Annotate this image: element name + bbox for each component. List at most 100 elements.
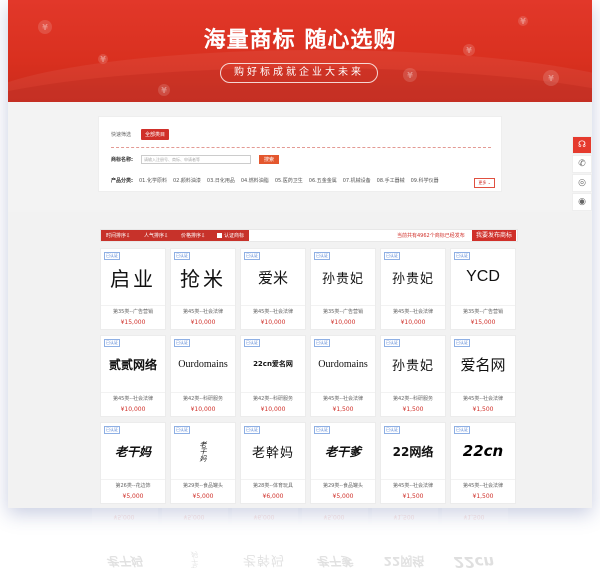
- trademark-class: 第45类--社会法律: [393, 309, 433, 315]
- trademark-card[interactable]: 已认证 YCD 第35类--广告营销 ¥15,000: [450, 248, 516, 330]
- category-item[interactable]: 06.五金金属: [309, 177, 337, 184]
- trademark-logo: 22cn: [453, 553, 495, 568]
- coin-decoration: ¥: [543, 70, 559, 86]
- divider: [241, 305, 305, 306]
- category-item[interactable]: 09.科学仪器: [411, 177, 439, 184]
- more-button[interactable]: 更多 ⌄: [474, 178, 495, 188]
- trademark-class: 第45类--社会法律: [393, 483, 433, 489]
- trademark-card[interactable]: 已认证 爱名网 第45类--社会法律 ¥1,500: [450, 335, 516, 417]
- trademark-card[interactable]: 已认证 老幹妈 第28类--体育玩具 ¥6,000: [240, 422, 306, 504]
- trademark-logo: 孙贵妃: [321, 271, 364, 287]
- divider: [451, 305, 515, 306]
- trademark-card[interactable]: 已认证 Ourdomains 第45类--社会法律 ¥1,500: [310, 335, 376, 417]
- trademark-class: 第42类--科研服务: [253, 396, 293, 402]
- trademark-price: ¥1,500: [402, 406, 424, 413]
- chat-icon[interactable]: ◉: [572, 193, 592, 211]
- trademark-logo: YCD: [466, 268, 500, 285]
- trademark-card[interactable]: 已认证 22cn爱名网 第42类--科研服务 ¥10,000: [240, 335, 306, 417]
- divider: [171, 479, 235, 480]
- category-item[interactable]: 05.医药卫生: [275, 177, 303, 184]
- trademark-price: ¥6,000: [262, 493, 284, 500]
- divider: [311, 392, 375, 393]
- arrow-down-icon: ⇩: [164, 233, 169, 239]
- trademark-class: 第28类--体育玩具: [253, 483, 293, 489]
- trademark-logo: 22cn: [462, 442, 504, 460]
- trademark-logo: 孙贵妃: [391, 358, 434, 374]
- sort-popularity-button[interactable]: 人气排序⇩: [144, 232, 168, 239]
- page-frame: ¥ ¥ ¥ ¥ ¥ ¥ ¥ 海量商标 随心选购 购好标成就企业大未来 快速筛选 …: [8, 0, 592, 508]
- verified-badge: 已认证: [174, 339, 190, 347]
- verified-checkbox[interactable]: 认证商标: [217, 232, 244, 239]
- trademark-logo: 抢米: [180, 266, 226, 291]
- verified-badge: 已认证: [384, 252, 400, 260]
- trademark-price: ¥10,000: [260, 406, 286, 413]
- trademark-card[interactable]: 已认证 老干爹 第29类--食品罐头 ¥5,000: [310, 422, 376, 504]
- trademark-price: ¥10,000: [260, 319, 286, 326]
- trademark-price: ¥15,000: [120, 319, 146, 326]
- trademark-price: ¥1,500: [332, 406, 354, 413]
- divider: [241, 479, 305, 480]
- divider: [451, 392, 515, 393]
- verified-badge: 已认证: [454, 426, 470, 434]
- category-item[interactable]: 02.颜料油漆: [173, 177, 201, 184]
- phone-icon[interactable]: ✆: [572, 155, 592, 173]
- headset-icon[interactable]: ☊: [572, 136, 592, 154]
- quick-filter-row: 快速筛选 全部类目: [111, 129, 170, 140]
- verified-badge: 已认证: [244, 252, 260, 260]
- trademark-card[interactable]: 已认证 孙贵妃 第45类--社会法律 ¥10,000: [380, 248, 446, 330]
- publish-trademark-button[interactable]: 我要发布商标: [471, 230, 516, 241]
- trademark-card[interactable]: 已认证 贰贰网络 第45类--社会法律 ¥10,000: [100, 335, 166, 417]
- trademark-price: ¥1,500: [393, 513, 415, 520]
- divider: [381, 479, 445, 480]
- category-item[interactable]: 08.手工器械: [377, 177, 405, 184]
- grid-reflection: 老干妈 ¥5,000 老干妈 ¥5,000 老幹妈 ¥6,000 老干爹 ¥5,000 22网络…: [92, 508, 512, 568]
- divider: [171, 305, 235, 306]
- trademark-card[interactable]: 已认证 爱米 第45类--社会法律 ¥10,000: [240, 248, 306, 330]
- trademark-logo: 孙贵妃: [391, 271, 434, 287]
- divider: [381, 392, 445, 393]
- trademark-card[interactable]: 已认证 22网络 第45类--社会法律 ¥1,500: [380, 422, 446, 504]
- trademark-card[interactable]: 已认证孙贵妃第42类--科研服务 ¥1,500: [380, 335, 446, 417]
- verified-badge: 已认证: [384, 339, 400, 347]
- sort-price-button[interactable]: 价格排序⇩: [181, 232, 205, 239]
- trademark-card[interactable]: 已认证 Ourdomains 第42类--科研服务 ¥10,000: [170, 335, 236, 417]
- divider: [171, 392, 235, 393]
- divider: [451, 479, 515, 480]
- reflection-card: 老干妈 ¥5,000: [92, 508, 158, 568]
- trademark-logo: 爱名网: [460, 355, 506, 374]
- reflection-card: 22cn ¥1,500: [442, 508, 508, 568]
- search-input[interactable]: 请输入注册号、商标、申请者等: [141, 155, 251, 164]
- trademark-logo: 老干妈: [190, 551, 198, 569]
- category-label: 产品分类:: [111, 178, 133, 184]
- trademark-class: 第42类--科研服务: [393, 396, 433, 402]
- banner-subtitle: 购好标成就企业大未来: [220, 63, 378, 83]
- sort-time-button[interactable]: 时间排序⇩: [106, 232, 130, 239]
- trademark-card[interactable]: 已认证 22cn 第45类--社会法律 ¥1,500: [450, 422, 516, 504]
- category-item[interactable]: 01.化学原料: [139, 177, 167, 184]
- verified-badge: 已认证: [454, 339, 470, 347]
- divider: [311, 479, 375, 480]
- trademark-class: 第45类--社会法律: [253, 309, 293, 315]
- trademark-card[interactable]: 已认证 老干妈 第26类--花边饰 ¥5,000: [100, 422, 166, 504]
- trademark-card[interactable]: 已认证 老干妈 第29类--食品罐头 ¥5,000: [170, 422, 236, 504]
- trademark-class: 第45类--社会法律: [463, 483, 503, 489]
- search-button[interactable]: 搜索: [259, 155, 280, 164]
- verified-filter[interactable]: 认证商标: [213, 230, 249, 241]
- wechat-icon[interactable]: ◎: [572, 174, 592, 192]
- trademark-card[interactable]: 已认证 抢米 第45类--社会法律 ¥10,000: [170, 248, 236, 330]
- verified-badge: 已认证: [104, 339, 120, 347]
- verified-badge: 已认证: [314, 252, 330, 260]
- trademark-card[interactable]: 已认证 启业 第35类--广告营销 ¥15,000: [100, 248, 166, 330]
- category-item[interactable]: 03.日化用品: [207, 177, 235, 184]
- trademark-card[interactable]: 已认证 孙贵妃 第35类--广告营销 ¥10,000: [310, 248, 376, 330]
- category-item[interactable]: 04.燃料油脂: [241, 177, 269, 184]
- verified-badge: 已认证: [104, 426, 120, 434]
- trademark-logo: 老干爹: [324, 444, 361, 459]
- verified-badge: 已认证: [454, 252, 470, 260]
- all-categories-tag[interactable]: 全部类目: [141, 129, 170, 140]
- trademark-price: ¥10,000: [190, 319, 216, 326]
- trademark-class: 第35类--广告营销: [113, 309, 153, 315]
- verified-badge: 已认证: [174, 252, 190, 260]
- trademark-class: 第29类--食品罐头: [323, 483, 363, 489]
- category-item[interactable]: 07.机械设备: [343, 177, 371, 184]
